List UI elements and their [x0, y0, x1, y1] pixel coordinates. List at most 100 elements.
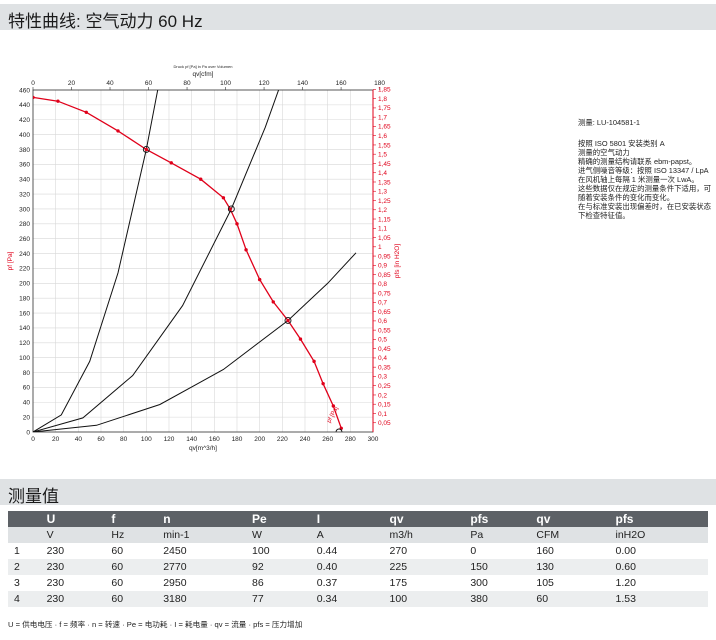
cell: 130	[530, 559, 610, 575]
fan-curve-point	[56, 99, 60, 103]
section-title: 测量值	[8, 487, 59, 506]
cell: 92	[246, 559, 311, 575]
y2-tick-label: 0,45	[378, 346, 391, 353]
table-row: 3 230 60 2950 86 0.37 175 300 105 1.20	[8, 575, 708, 591]
y-tick-label: 460	[19, 87, 30, 94]
y-tick-label: 220	[19, 266, 30, 273]
x-tick-label: 0	[31, 436, 35, 443]
y2-tick-label: 0,1	[378, 411, 387, 418]
fan-curve-point	[169, 161, 173, 165]
y-tick-label: 200	[19, 281, 30, 288]
x-tick-label: 20	[52, 436, 60, 443]
cell: 270	[389, 545, 408, 557]
y-tick-label: 140	[19, 325, 30, 332]
y2-tick-label: 1,35	[378, 179, 391, 186]
y2-tick-label: 0,3	[378, 374, 387, 381]
header-cell: Pe	[246, 511, 311, 527]
y2-tick-label: 1,85	[378, 87, 391, 94]
x-tick-label: 140	[186, 436, 197, 443]
x-tick-label: 240	[300, 436, 311, 443]
y-tick-label: 300	[19, 206, 30, 213]
y2-tick-label: 1,5	[378, 152, 387, 159]
y2-tick-label: 1,6	[378, 133, 387, 140]
fan-curve-point	[271, 300, 275, 304]
cell: 86	[252, 577, 264, 589]
y2-tick-label: 1,7	[378, 114, 387, 121]
y2-tick-label: 0,35	[378, 364, 391, 371]
y-tick-label: 40	[23, 400, 31, 407]
cell: 230	[40, 559, 106, 575]
x-tick-label: 200	[254, 436, 265, 443]
x2-tick-label: 0	[31, 80, 35, 87]
table-row: 2 230 60 2770 92 0.40 225 150 130 0.60	[8, 559, 708, 575]
x2-tick-label: 120	[259, 80, 270, 87]
header-cell: f	[105, 511, 158, 527]
cell: 3	[14, 577, 20, 589]
y-tick-label: 0	[26, 429, 30, 436]
x-tick-label: 40	[75, 436, 83, 443]
x2-axis-label: qv[cfm]	[193, 71, 214, 78]
y-tick-label: 160	[19, 310, 30, 317]
y-tick-label: 420	[19, 117, 30, 124]
y2-tick-label: 0,2	[378, 392, 387, 399]
fan-curve-point	[84, 110, 88, 115]
x2-tick-label: 20	[68, 80, 76, 87]
x-tick-label: 220	[277, 436, 288, 443]
fan-curve-point	[199, 177, 203, 181]
cell: 2950	[163, 577, 187, 589]
x2-tick-label: 140	[297, 80, 308, 87]
header-cell: U	[40, 511, 106, 527]
y2-tick-label: 0,15	[378, 402, 391, 409]
cell: 0.00	[615, 545, 636, 557]
unit-cell: min-1	[157, 527, 247, 543]
y2-tick-label: 1,3	[378, 189, 387, 196]
y-tick-label: 80	[23, 370, 31, 377]
y2-tick-label: 1,05	[378, 235, 391, 242]
note-4: 进气侧噪音等级：按照 ISO 13347 / LpA 在风机轴上每隔 1 米测量…	[578, 166, 709, 184]
cell: 60	[111, 577, 124, 589]
y2-tick-label: 1,8	[378, 96, 387, 103]
cell: 380	[464, 591, 531, 607]
legend-text: U = 供电电压 · f = 频率 · n = 转速 · Pe = 电功耗 · …	[8, 620, 303, 629]
cell: 60	[105, 591, 158, 607]
y2-tick-label: 1,55	[378, 142, 391, 149]
fan-curve-point	[33, 95, 35, 100]
y2-tick-label: 1,75	[378, 105, 391, 112]
header-cell	[8, 511, 41, 527]
y-tick-label: 440	[19, 102, 30, 109]
cell: 230	[40, 591, 106, 607]
y-tick-label: 100	[19, 355, 30, 362]
y-tick-label: 360	[19, 162, 30, 169]
y2-tick-label: 0,9	[378, 263, 387, 270]
header-cell: I	[310, 511, 384, 527]
unit-cell: inH2O	[609, 527, 708, 543]
cell: 3180	[157, 591, 247, 607]
unit-cell: A	[310, 527, 384, 543]
cell: 160	[536, 545, 554, 557]
characteristic-chart: 0 20 40 60 80 100 120 140 160 180 200 220 240 260 280 3…	[7, 64, 401, 452]
x-tick-label: 60	[97, 436, 105, 443]
x-tick-label: 180	[232, 436, 243, 443]
y2-tick-label: 1	[378, 244, 382, 251]
y2-tick-label: 0,05	[378, 420, 391, 427]
table-header-row: U f n Pe I qv pfs qv pfs	[8, 511, 708, 527]
fan-curve-point	[221, 196, 226, 200]
cell: 0.60	[609, 559, 708, 575]
x-tick-label: 120	[164, 436, 175, 443]
notes-panel: 测量: LU-104581-1 按照 ISO 5801 安装类别 A 测量的空气…	[578, 118, 712, 220]
table-unit-row: V Hz min-1 W A m3/h Pa CFM inH2O	[8, 527, 708, 543]
note-6: 在与标准安装出现偏差时，在已安装状态下检查特征值。	[578, 202, 712, 220]
table-row: 1 230 60 2450 100 0.44 270 0 160 0.00	[8, 543, 708, 559]
y2-tick-label: 1,25	[378, 198, 391, 205]
cell: 60	[111, 545, 124, 557]
cell: 1.53	[609, 591, 708, 607]
cell: 77	[246, 591, 311, 607]
unit-cell: Hz	[105, 527, 158, 543]
header-cell: pfs	[464, 511, 531, 527]
unit-cell: Pa	[464, 527, 531, 543]
x2-tick-label: 80	[183, 80, 191, 87]
system-curve	[33, 252, 357, 432]
note-3: 精确的测量结构请联系 ebm-papst。	[578, 157, 697, 166]
fan-curve-point	[116, 129, 120, 133]
unit-cell: V	[40, 527, 106, 543]
